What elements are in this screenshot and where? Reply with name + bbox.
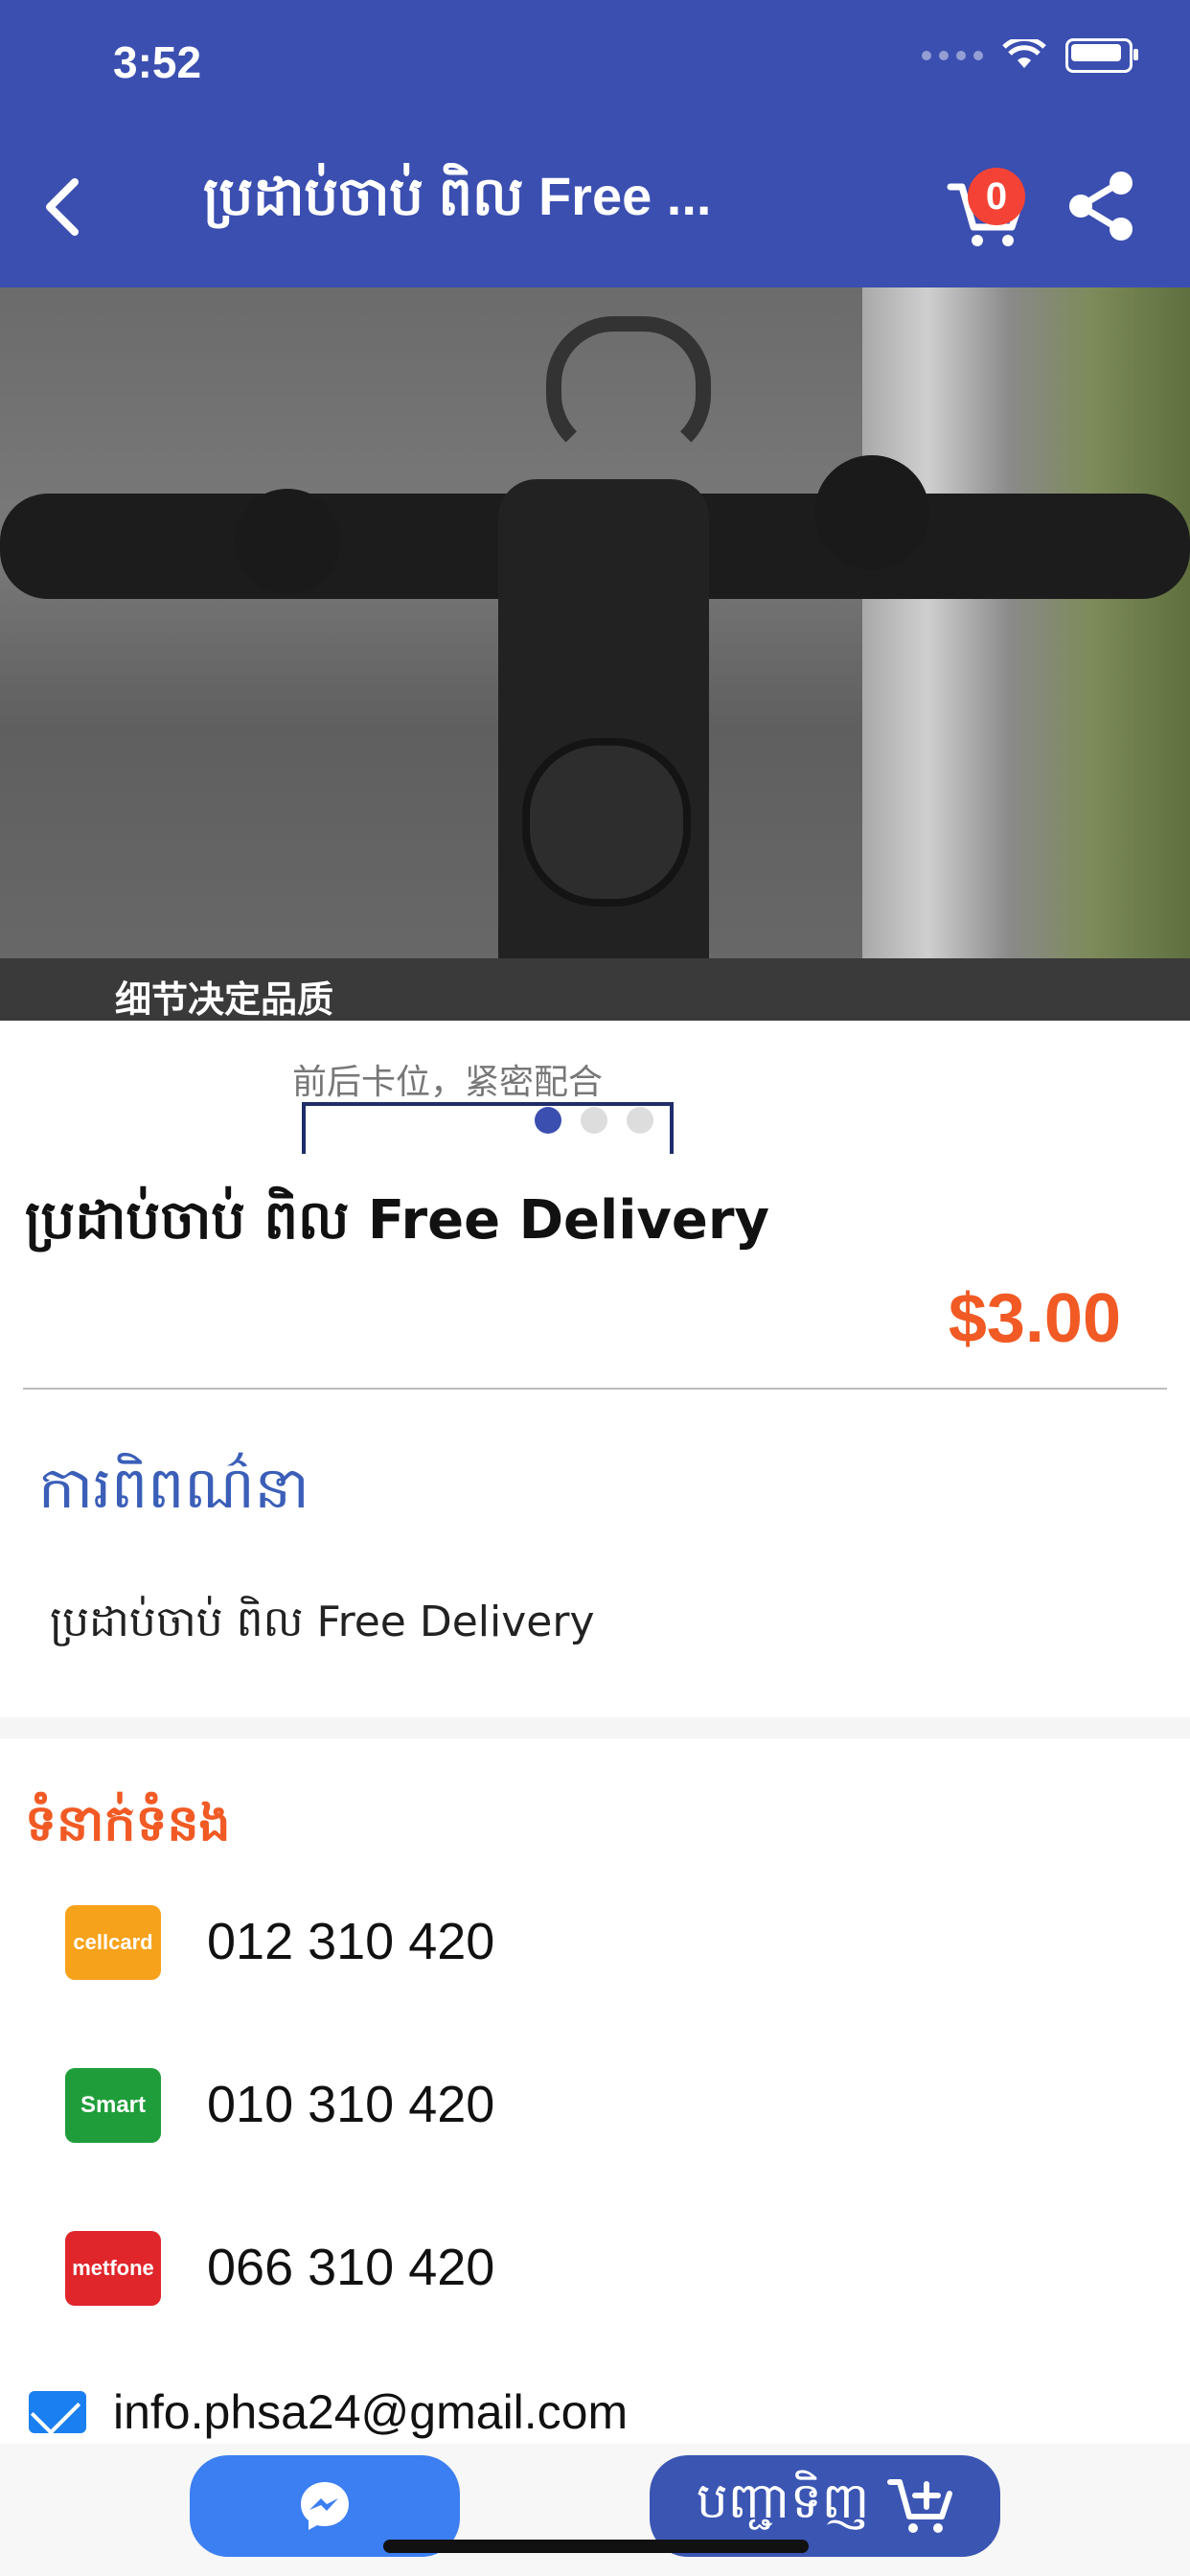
contact-heading: ទំនាក់ទំនង xyxy=(25,1795,231,1852)
carousel-dot[interactable] xyxy=(627,1107,653,1134)
status-icons xyxy=(922,38,1138,73)
carousel-dot[interactable] xyxy=(581,1107,607,1134)
description-heading: ការពិពណ៌នា xyxy=(38,1455,309,1522)
product-photo: 细节决定品质 xyxy=(0,288,1190,1021)
divider xyxy=(23,1388,1167,1390)
product-title: ប្រដាប់ចាប់ ពិល Free Delivery xyxy=(25,1189,770,1252)
add-to-cart-icon xyxy=(887,2479,953,2533)
email-address[interactable]: info.phsa24@gmail.com xyxy=(113,2384,628,2440)
phone-number[interactable]: 012 310 420 xyxy=(207,1912,494,1971)
contact-row-cellcard[interactable]: cellcard 012 310 420 xyxy=(0,1902,1190,1989)
mail-icon xyxy=(29,2391,86,2433)
battery-icon xyxy=(1065,38,1138,73)
messenger-icon xyxy=(301,2482,349,2530)
metfone-logo: metfone xyxy=(65,2231,161,2306)
app-header: 3:52 ប្រដាប់ចាប់ ពិល Free ... 0 xyxy=(0,0,1190,288)
contact-row-metfone[interactable]: metfone 066 310 420 xyxy=(0,2228,1190,2314)
description-text: ប្រដាប់ចាប់ ពិល Free Delivery xyxy=(50,1598,595,1646)
phone-number[interactable]: 010 310 420 xyxy=(207,2075,494,2134)
home-indicator xyxy=(383,2540,809,2553)
phone-number[interactable]: 066 310 420 xyxy=(207,2238,494,2297)
smart-logo: Smart xyxy=(65,2068,161,2143)
wifi-icon xyxy=(1002,39,1046,68)
cart-count-badge: 0 xyxy=(968,168,1025,225)
contact-row-smart[interactable]: Smart 010 310 420 xyxy=(0,2065,1190,2151)
image-sub-caption: 前后卡位，紧密配合 xyxy=(292,1063,604,1102)
bottom-action-bar xyxy=(0,2444,1190,2576)
contact-email-row[interactable]: info.phsa24@gmail.com xyxy=(29,2384,628,2440)
signal-icon xyxy=(922,51,983,60)
product-price: $3.00 xyxy=(948,1280,1121,1357)
carousel-dots xyxy=(535,1107,653,1134)
back-button[interactable] xyxy=(34,172,92,242)
image-caption: 细节决定品质 xyxy=(115,978,334,1021)
status-time: 3:52 xyxy=(113,37,202,87)
page-title: ប្រដាប់ចាប់ ពិល Free ... xyxy=(203,166,712,226)
carousel-dot[interactable] xyxy=(535,1107,561,1134)
share-button[interactable] xyxy=(1064,168,1140,244)
order-button-label: បញ្ជាទិញ xyxy=(696,2472,870,2530)
cellcard-logo: cellcard xyxy=(65,1905,161,1980)
product-image-carousel[interactable]: 细节决定品质 前后卡位，紧密配合 xyxy=(0,288,1190,1154)
